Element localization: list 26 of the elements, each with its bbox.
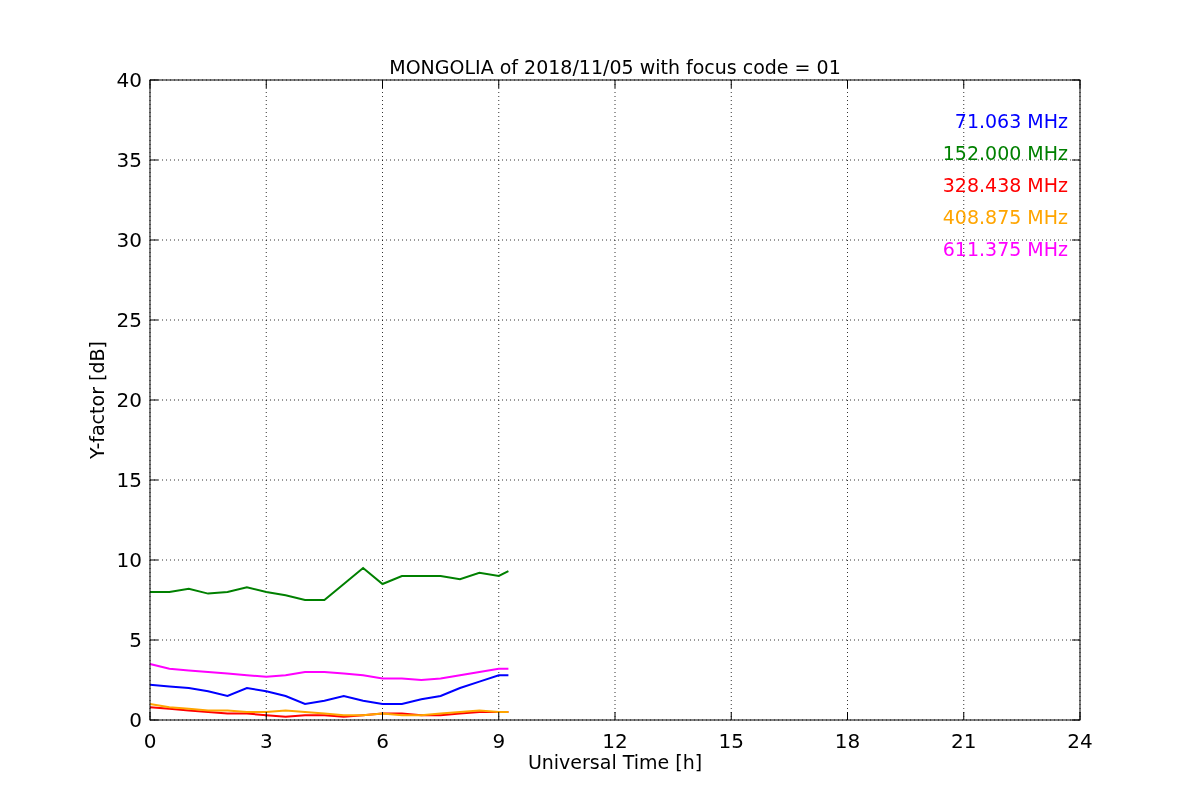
x-axis-label: Universal Time [h] — [527, 751, 703, 773]
x-tick-label: 15 — [718, 729, 744, 753]
x-tick-label: 24 — [1067, 729, 1093, 753]
legend-label: 71.063 MHz — [954, 110, 1068, 132]
y-tick-label: 20 — [116, 388, 142, 412]
legend-label: 328.438 MHz — [942, 174, 1068, 196]
x-tick-label: 12 — [602, 729, 628, 753]
x-tick-label: 18 — [834, 729, 861, 753]
x-tick-label: 3 — [259, 729, 273, 753]
x-tick-label: 6 — [376, 729, 389, 753]
legend-label: 152.000 MHz — [942, 142, 1068, 164]
x-tick-label: 9 — [492, 729, 506, 753]
legend-label: 611.375 MHz — [942, 238, 1068, 260]
x-tick-label: 0 — [143, 729, 157, 753]
x-tick-label: 21 — [951, 729, 977, 753]
y-tick-label: 40 — [116, 68, 142, 92]
y-tick-label: 15 — [116, 468, 142, 492]
chart-title: MONGOLIA of 2018/11/05 with focus code = 01 — [389, 56, 841, 78]
y-axis-label: Y-factor [dB] — [86, 341, 108, 459]
y-tick-label: 35 — [116, 148, 142, 172]
legend-label: 408.875 MHz — [942, 206, 1068, 228]
y-tick-label: 25 — [116, 308, 142, 332]
y-tick-label: 5 — [129, 628, 142, 652]
y-tick-label: 0 — [129, 708, 142, 732]
y-tick-label: 10 — [116, 548, 142, 572]
y-tick-label: 30 — [116, 228, 142, 252]
